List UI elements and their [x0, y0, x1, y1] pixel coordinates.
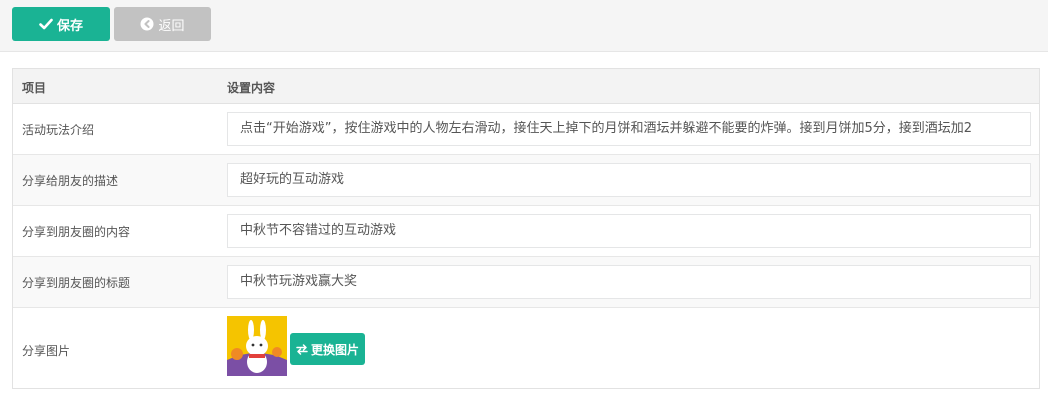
table-row: 分享到朋友圈的内容 中秋节不容错过的互动游戏 — [13, 206, 1039, 257]
table-row: 分享到朋友圈的标题 中秋节玩游戏赢大奖 — [13, 257, 1039, 308]
change-image-label: 更换图片 — [310, 342, 359, 357]
gameplay-intro-input[interactable]: 点击“开始游戏”，按住游戏中的人物左右滑动，接住天上掉下的月饼和酒坛并躲避不能要… — [227, 112, 1031, 146]
settings-table: 项目 设置内容 活动玩法介绍 点击“开始游戏”，按住游戏中的人物左右滑动，接住天… — [12, 68, 1040, 389]
table-row: 分享图片 更换图片 — [13, 308, 1039, 392]
arrow-left-circle-icon — [140, 17, 154, 31]
column-header-item: 项目 — [22, 81, 47, 95]
table-row: 分享给朋友的描述 超好玩的互动游戏 — [13, 155, 1039, 206]
toolbar: 保存 返回 — [0, 0, 1048, 52]
check-icon — [39, 18, 53, 30]
row-label: 分享到朋友圈的内容 — [22, 225, 131, 239]
share-moments-content-input[interactable]: 中秋节不容错过的互动游戏 — [227, 214, 1031, 248]
row-label: 分享给朋友的描述 — [22, 174, 119, 188]
share-image-thumbnail — [227, 316, 287, 376]
column-header-content: 设置内容 — [227, 81, 276, 95]
share-moments-title-input[interactable]: 中秋节玩游戏赢大奖 — [227, 265, 1031, 299]
save-label: 保存 — [56, 18, 83, 34]
row-label: 活动玩法介绍 — [22, 123, 95, 137]
row-label: 分享图片 — [22, 344, 71, 358]
table-header: 项目 设置内容 — [13, 69, 1039, 104]
share-friend-desc-input[interactable]: 超好玩的互动游戏 — [227, 163, 1031, 197]
table-row: 活动玩法介绍 点击“开始游戏”，按住游戏中的人物左右滑动，接住天上掉下的月饼和酒… — [13, 104, 1039, 155]
row-label: 分享到朋友圈的标题 — [22, 276, 131, 290]
back-button[interactable]: 返回 — [114, 7, 211, 41]
change-image-button[interactable]: 更换图片 — [290, 333, 365, 365]
save-button[interactable]: 保存 — [12, 7, 110, 41]
exchange-icon — [296, 343, 308, 355]
back-label: 返回 — [158, 18, 185, 34]
